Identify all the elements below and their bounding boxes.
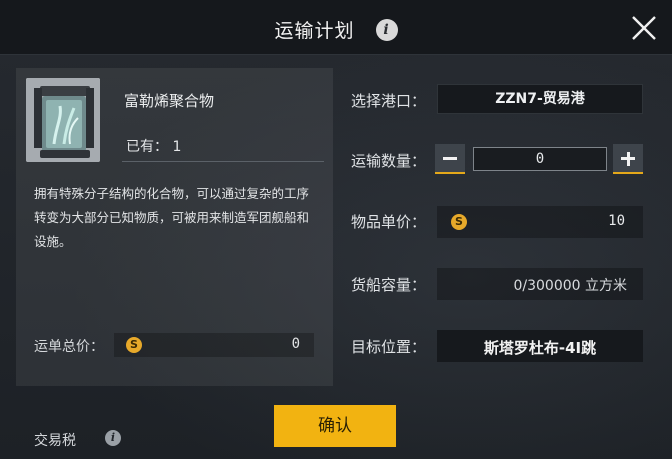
quantity-decrease-button[interactable] xyxy=(435,144,465,174)
divider xyxy=(122,161,324,162)
owned-value: 1 xyxy=(172,139,182,155)
total-price-box: S 0 xyxy=(114,333,314,357)
port-label: 选择港口： xyxy=(351,92,427,110)
info-icon[interactable]: i xyxy=(375,18,398,41)
capacity-value: 0/300000 立方米 xyxy=(513,278,627,294)
capacity-box: 0/300000 立方米 xyxy=(437,268,643,300)
item-name: 富勒烯聚合物 xyxy=(124,92,215,110)
target-label: 目标位置： xyxy=(351,338,427,356)
unit-price-label: 物品单价： xyxy=(351,213,427,231)
item-owned: 已有： 1 xyxy=(126,136,181,156)
dialog-title: 运输计划 i xyxy=(0,16,672,43)
header-bar: 运输计划 i xyxy=(0,0,672,55)
item-info-panel: 富勒烯聚合物 已有： 1 拥有特殊分子结构的化合物，可以通过复杂的工序转变为大部… xyxy=(16,68,333,449)
unit-price-box: S 10 xyxy=(437,206,643,238)
currency-icon: S xyxy=(126,337,142,353)
close-icon[interactable] xyxy=(630,14,658,42)
title-text: 运输计划 xyxy=(274,20,355,42)
quantity-increase-button[interactable] xyxy=(613,144,643,174)
currency-icon: S xyxy=(451,214,467,230)
quantity-label: 运输数量： xyxy=(351,152,427,170)
tax-info-icon[interactable]: i xyxy=(105,430,121,446)
item-description: 拥有特殊分子结构的化合物，可以通过复杂的工序转变为大部分已知物质，可被用来制造军… xyxy=(34,186,310,249)
confirm-button[interactable]: 确认 xyxy=(274,405,396,447)
total-price-value: 0 xyxy=(291,336,300,352)
unit-price-value: 10 xyxy=(608,213,625,229)
tax-label: 交易税 xyxy=(34,433,76,449)
quantity-input[interactable] xyxy=(473,147,607,171)
owned-label: 已有： xyxy=(126,139,168,155)
target-box[interactable]: 斯塔罗杜布-4I跳 xyxy=(437,330,643,362)
total-price-label: 运单总价： xyxy=(34,339,104,355)
target-value: 斯塔罗杜布-4I跳 xyxy=(483,339,597,357)
port-select[interactable]: ZZN7-贸易港 xyxy=(437,84,643,114)
item-image xyxy=(26,78,100,162)
capacity-label: 货船容量： xyxy=(351,276,427,294)
